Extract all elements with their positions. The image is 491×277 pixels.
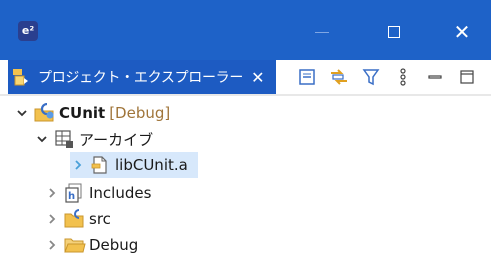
close-window-button[interactable]: ✕ [440,12,484,52]
minimize-view-icon [428,75,442,79]
minimize-view-button[interactable] [424,66,446,88]
project-explorer-icon [12,67,34,87]
chevron-right-icon[interactable] [70,157,86,173]
filter-icon [362,69,380,86]
chevron-right-icon[interactable] [44,185,60,201]
project-build-config: [Debug] [109,104,171,122]
archive-file-icon [90,155,110,175]
link-with-editor-icon [331,69,347,85]
chevron-right-icon[interactable] [44,237,60,253]
project-name: CUnit [59,104,106,122]
ide-window: e² ✕ プロジェクト・エクスプローラー ✕ CUnit [Debug] アーカ… [0,0,491,277]
tree-item-archives[interactable]: アーカイブ [34,126,153,152]
minimize-icon [315,31,329,33]
includes-icon: h [64,183,84,203]
c-project-icon [34,102,54,123]
tree-item-project[interactable]: CUnit [Debug] [14,100,170,126]
src-label: src [89,210,111,228]
minimize-button[interactable] [300,12,344,52]
collapse-all-button[interactable] [296,66,318,88]
svg-text:h: h [68,191,75,202]
view-toolbar [296,66,478,88]
maximize-view-icon [460,70,474,84]
collapse-all-icon [299,69,315,85]
includes-label: Includes [89,184,152,202]
debug-label: Debug [89,236,139,254]
app-logo-icon: e² [18,21,38,41]
folder-icon [64,235,86,255]
chevron-down-icon[interactable] [14,105,30,121]
title-bar[interactable]: e² ✕ [0,0,491,60]
source-folder-icon [64,209,84,229]
archives-icon [54,129,74,149]
tab-close-icon[interactable]: ✕ [251,68,264,87]
view-menu-button[interactable] [392,66,414,88]
tree-item-includes[interactable]: h Includes [44,180,151,206]
archives-label: アーカイブ [79,130,154,149]
link-with-editor-button[interactable] [328,66,350,88]
chevron-down-icon[interactable] [34,131,50,147]
tab-divider [0,94,491,96]
tree-item-src[interactable]: src [44,206,111,232]
view-tab-bar: プロジェクト・エクスプローラー ✕ [0,60,491,94]
tree-item-libcunit[interactable]: libCUnit.a [70,152,198,178]
maximize-button[interactable] [372,12,416,52]
chevron-right-icon[interactable] [44,211,60,227]
tab-label: プロジェクト・エクスプローラー [38,70,244,86]
maximize-view-button[interactable] [456,66,478,88]
tree-item-debug[interactable]: Debug [44,232,138,258]
close-icon: ✕ [453,20,471,44]
view-menu-icon [400,68,406,86]
maximize-icon [388,26,400,38]
tab-project-explorer[interactable]: プロジェクト・エクスプローラー ✕ [8,60,276,94]
libcunit-label: libCUnit.a [115,156,188,174]
filter-button[interactable] [360,66,382,88]
